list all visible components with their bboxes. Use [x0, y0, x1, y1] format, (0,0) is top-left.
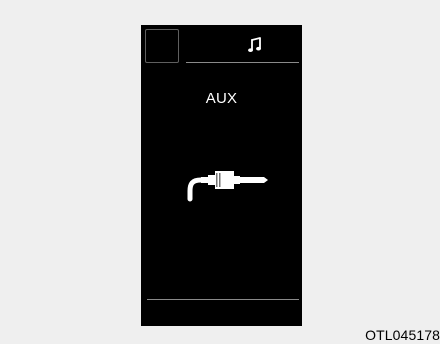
music-note-icon [247, 37, 263, 53]
figure-code: OTL045178 [365, 327, 440, 343]
infotainment-screen: AUX [141, 25, 302, 326]
top-left-button[interactable] [145, 29, 179, 63]
manual-figure: AUX OTL045178 [0, 0, 440, 344]
header-divider [186, 62, 299, 63]
source-label: AUX [205, 90, 238, 107]
aux-cable-icon [184, 163, 272, 203]
footer-divider [147, 299, 299, 300]
